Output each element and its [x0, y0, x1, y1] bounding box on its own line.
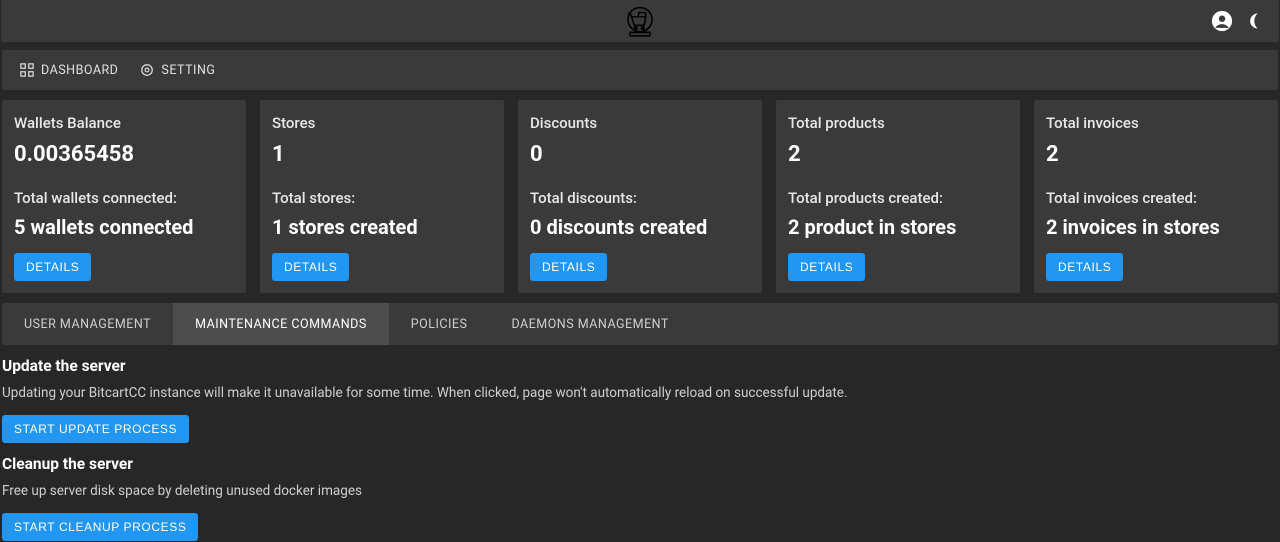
card-title: Stores [272, 114, 492, 132]
details-button[interactable]: DETAILS [530, 253, 607, 281]
setting-icon [140, 63, 154, 77]
topbar [1, 0, 1279, 42]
card-value: 0 [530, 142, 750, 167]
card-title: Total products [788, 114, 1008, 132]
card-subvalue: 2 invoices in stores [1046, 215, 1266, 239]
app-logo [623, 4, 657, 38]
dashboard-icon [20, 63, 34, 77]
nav-setting-label: SETTING [161, 63, 215, 78]
tab-maintenance-commands[interactable]: MAINTENANCE COMMANDS [173, 303, 389, 345]
card-subvalue: 0 discounts created [530, 215, 750, 239]
nav-dashboard-label: DASHBOARD [41, 63, 118, 78]
details-button[interactable]: DETAILS [272, 253, 349, 281]
card-wallets-balance: Wallets Balance 0.00365458 Total wallets… [2, 100, 246, 293]
section-title: Update the server [2, 357, 1278, 375]
card-total-products: Total products 2 Total products created:… [776, 100, 1020, 293]
navbar: DASHBOARD SETTING [2, 50, 1278, 90]
admin-tabs: USER MANAGEMENT MAINTENANCE COMMANDS POL… [2, 303, 1278, 345]
section-desc: Free up server disk space by deleting un… [2, 483, 1278, 499]
card-value: 1 [272, 142, 492, 167]
theme-toggle-icon[interactable] [1245, 10, 1267, 32]
tab-policies[interactable]: POLICIES [389, 303, 490, 345]
section-cleanup-server: Cleanup the server Free up server disk s… [0, 443, 1280, 541]
nav-setting[interactable]: SETTING [140, 63, 215, 78]
card-total-invoices: Total invoices 2 Total invoices created:… [1034, 100, 1278, 293]
card-value: 2 [1046, 142, 1266, 167]
card-value: 0.00365458 [14, 142, 234, 167]
card-discounts: Discounts 0 Total discounts: 0 discounts… [518, 100, 762, 293]
card-title: Discounts [530, 114, 750, 132]
card-sublabel: Total invoices created: [1046, 189, 1266, 207]
card-title: Wallets Balance [14, 114, 234, 132]
details-button[interactable]: DETAILS [788, 253, 865, 281]
tab-user-management[interactable]: USER MANAGEMENT [2, 303, 173, 345]
tab-daemons-management[interactable]: DAEMONS MANAGEMENT [489, 303, 690, 345]
topbar-actions [1211, 10, 1267, 32]
details-button[interactable]: DETAILS [1046, 253, 1123, 281]
card-sublabel: Total wallets connected: [14, 189, 234, 207]
card-sublabel: Total products created: [788, 189, 1008, 207]
details-button[interactable]: DETAILS [14, 253, 91, 281]
section-update-server: Update the server Updating your BitcartC… [0, 345, 1280, 443]
card-stores: Stores 1 Total stores: 1 stores created … [260, 100, 504, 293]
section-desc: Updating your BitcartCC instance will ma… [2, 385, 1278, 401]
card-subvalue: 2 product in stores [788, 215, 1008, 239]
section-title: Cleanup the server [2, 455, 1278, 473]
card-value: 2 [788, 142, 1008, 167]
nav-dashboard[interactable]: DASHBOARD [20, 63, 118, 78]
card-subvalue: 5 wallets connected [14, 215, 234, 239]
start-cleanup-button[interactable]: START CLEANUP PROCESS [2, 513, 198, 541]
stats-cards: Wallets Balance 0.00365458 Total wallets… [0, 90, 1280, 293]
account-icon[interactable] [1211, 10, 1233, 32]
card-sublabel: Total stores: [272, 189, 492, 207]
card-sublabel: Total discounts: [530, 189, 750, 207]
card-title: Total invoices [1046, 114, 1266, 132]
card-subvalue: 1 stores created [272, 215, 492, 239]
start-update-button[interactable]: START UPDATE PROCESS [2, 415, 189, 443]
